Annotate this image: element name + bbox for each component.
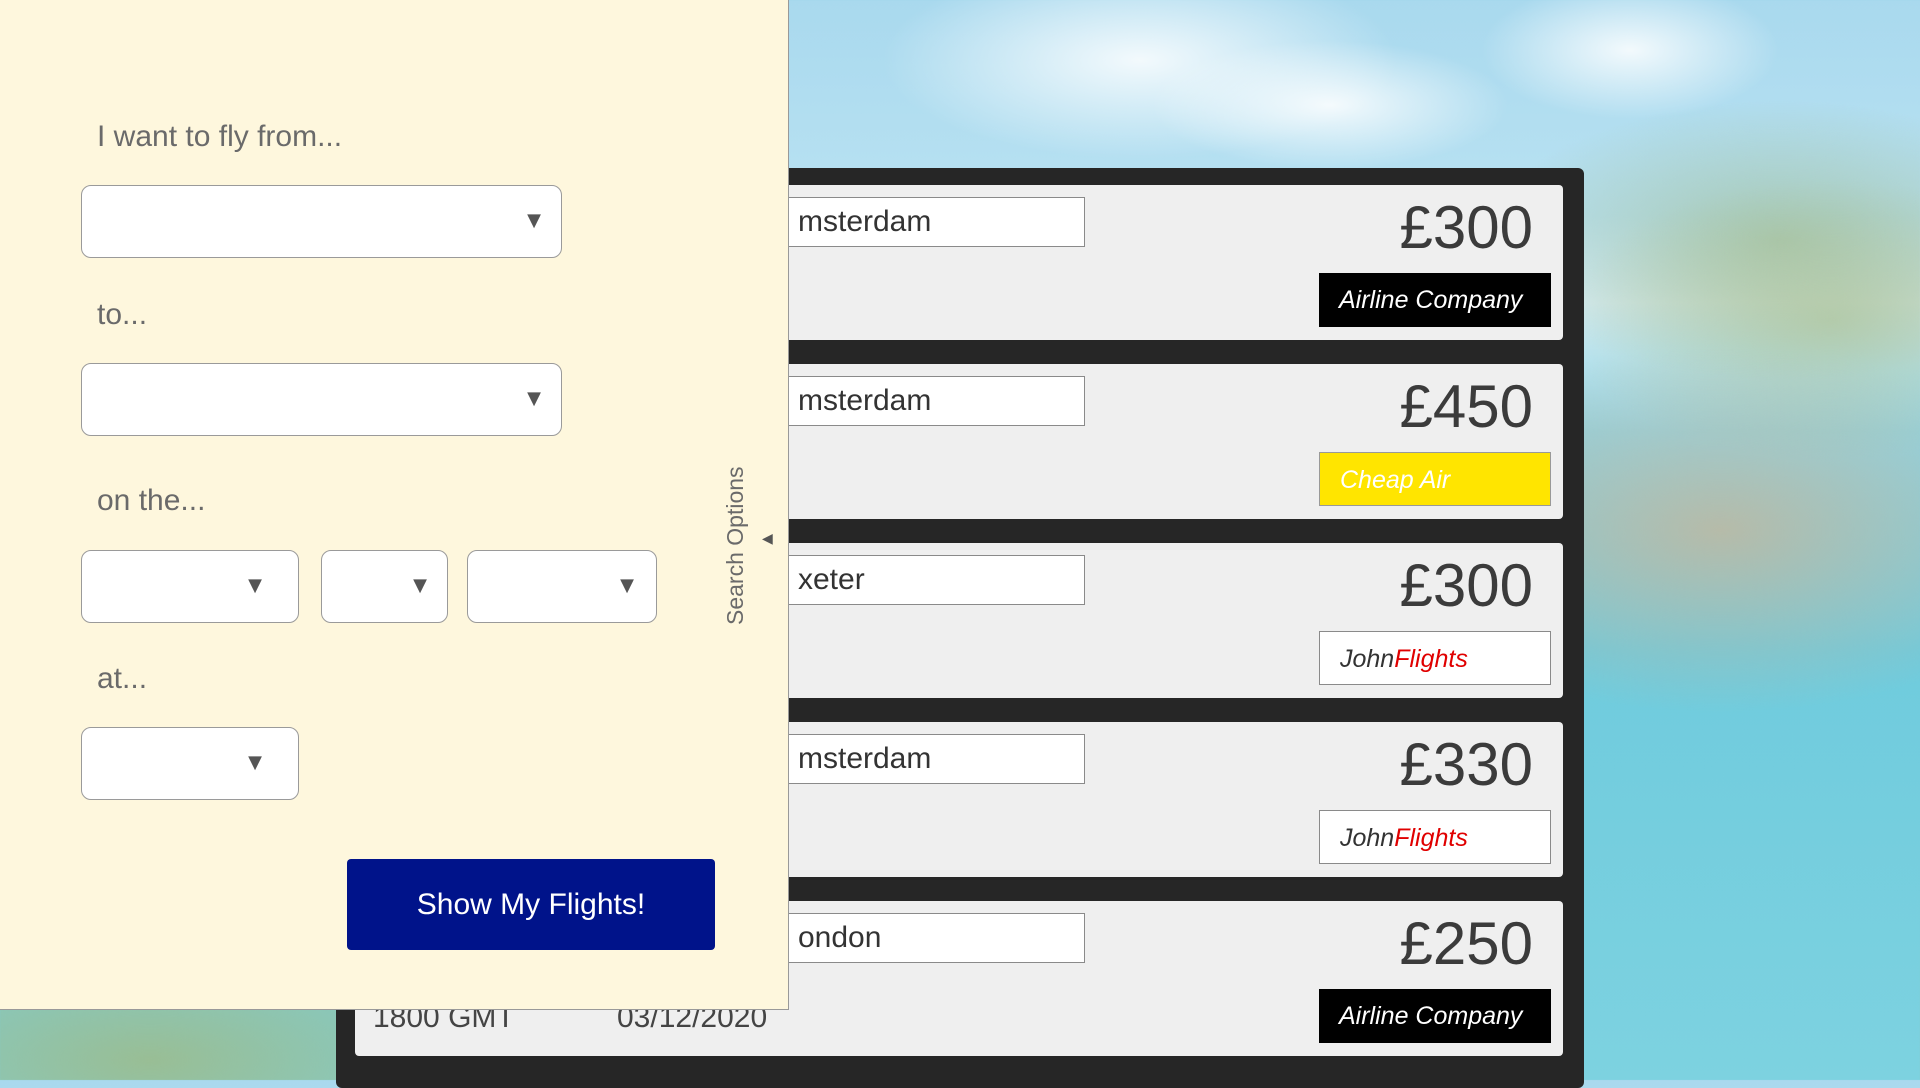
flight-price: £300 — [1399, 194, 1533, 261]
airline-name: John — [1340, 645, 1395, 673]
chevron-down-icon: ▼ — [620, 575, 634, 596]
from-label: I want to fly from... — [97, 120, 343, 153]
airline-badge: Airline Company — [1319, 989, 1551, 1043]
flight-price: £330 — [1399, 731, 1533, 798]
destination-field: msterdam — [785, 197, 1085, 247]
flight-price: £250 — [1399, 910, 1533, 977]
year-select[interactable]: ▼ — [467, 550, 657, 623]
airline-name-accent: Flights — [1394, 824, 1468, 852]
destination-field: xeter — [785, 555, 1085, 605]
airline-name: Cheap Air — [1340, 466, 1451, 494]
airline-name-accent: Flights — [1394, 645, 1468, 673]
destination-field: ondon — [785, 913, 1085, 963]
chevron-down-icon: ▼ — [527, 210, 541, 231]
destination-field: msterdam — [785, 376, 1085, 426]
time-label: at... — [97, 662, 148, 695]
month-select[interactable]: ▼ — [321, 550, 448, 623]
background-cloud — [1150, 40, 1510, 170]
chevron-down-icon: ▼ — [248, 575, 262, 596]
airline-name: Airline Company — [1339, 1002, 1523, 1030]
search-options-panel: I want to fly from... ▼ to... ▼ on the..… — [0, 0, 789, 1010]
chevron-down-icon: ▼ — [413, 575, 427, 596]
search-options-tab[interactable]: Search Options — [722, 466, 749, 625]
background-cloud — [1480, 0, 1780, 120]
date-label: on the... — [97, 484, 206, 517]
flight-price: £300 — [1399, 552, 1533, 619]
collapse-arrow-icon[interactable]: ◀ — [762, 531, 773, 547]
chevron-down-icon: ▼ — [248, 752, 262, 773]
airline-name: John — [1340, 824, 1395, 852]
chevron-down-icon: ▼ — [527, 388, 541, 409]
airline-badge: JohnFlights — [1319, 631, 1551, 685]
show-my-flights-button[interactable]: Show My Flights! — [347, 859, 715, 950]
to-select[interactable]: ▼ — [81, 363, 562, 436]
from-select[interactable]: ▼ — [81, 185, 562, 258]
airline-badge: Airline Company — [1319, 273, 1551, 327]
airline-name: Airline Company — [1339, 286, 1523, 314]
airline-badge: Cheap Air — [1319, 452, 1551, 506]
flight-price: £450 — [1399, 373, 1533, 440]
destination-field: msterdam — [785, 734, 1085, 784]
day-select[interactable]: ▼ — [81, 550, 299, 623]
time-select[interactable]: ▼ — [81, 727, 299, 800]
airline-badge: JohnFlights — [1319, 810, 1551, 864]
to-label: to... — [97, 298, 148, 331]
